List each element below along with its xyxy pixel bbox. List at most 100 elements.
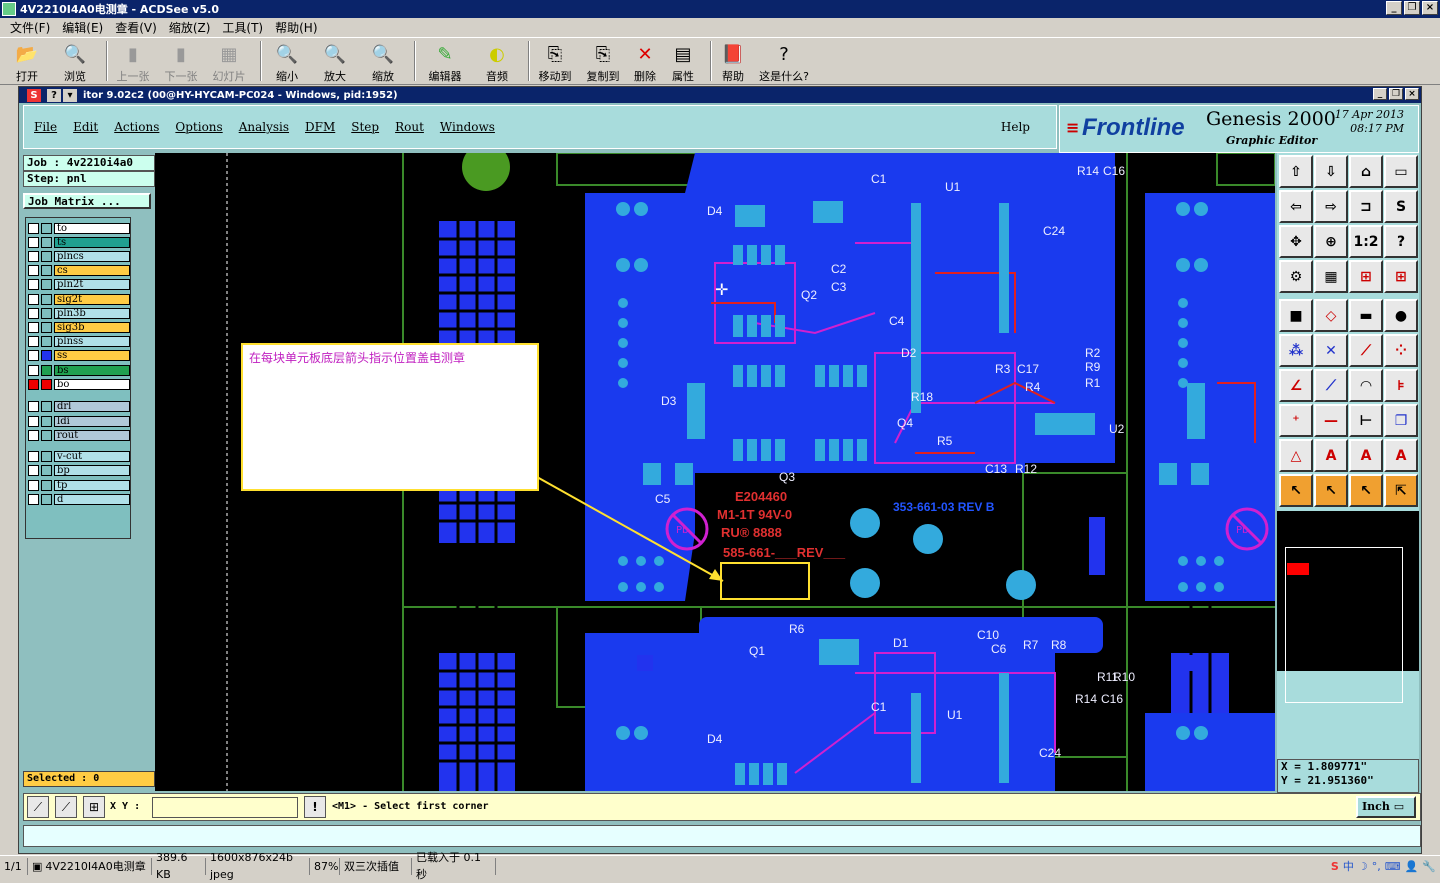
tool-tri-2[interactable]: A [1314,439,1348,472]
moon-icon[interactable]: ☽ [1358,858,1368,875]
layer-color-swatch[interactable] [41,336,52,348]
menu-file[interactable]: 文件(F) [4,19,56,36]
properties-button[interactable]: ▤ 属性 [666,38,700,84]
genesis-menu-step[interactable]: Step [351,120,379,134]
tool-settings[interactable]: ⚙ [1279,260,1313,293]
tool-layers-b[interactable]: ⊞ [1384,260,1418,293]
layer-color-swatch[interactable] [41,479,52,491]
tool-right[interactable]: ⇨ [1314,190,1348,223]
layer-row-pln2t[interactable]: pln2t [28,279,130,291]
tool-window[interactable]: ▭ [1384,155,1418,188]
close-button[interactable]: × [1422,1,1438,15]
tool-select-alt[interactable]: ↖ [1349,474,1383,507]
tool-node[interactable]: ⁘ [1384,334,1418,367]
editor-button[interactable]: ✎ 编辑器 [420,38,470,84]
tool-move[interactable]: ⁺ [1279,404,1313,437]
layer-checkbox[interactable] [28,250,39,262]
layer-color-swatch[interactable] [41,378,52,390]
layer-row-pln3b[interactable]: pln3b [28,307,130,319]
menu-edit[interactable]: 编辑(E) [56,19,109,36]
minimize-button[interactable]: _ [1386,1,1402,15]
tool-select-box[interactable]: ↖ [1314,474,1348,507]
tool-arc[interactable]: ◠ [1349,369,1383,402]
minimap[interactable] [1277,511,1419,703]
layer-color-swatch[interactable] [41,279,52,291]
layer-row-cs[interactable]: cs [28,265,130,277]
genesis-menu-windows[interactable]: Windows [440,120,495,134]
snap-tool-1[interactable]: ⟋ [27,796,49,818]
tool-cross[interactable]: ✕ [1314,334,1348,367]
layer-checkbox[interactable] [28,378,39,390]
genesis-menu-analysis[interactable]: Analysis [239,120,289,134]
menu-help[interactable]: 帮助(H) [269,19,323,36]
tool-connect[interactable]: ⁂ [1279,334,1313,367]
units-dropdown[interactable]: Inch ▭ [1356,796,1416,818]
layer-color-swatch[interactable] [41,364,52,376]
layer-row-ldi[interactable]: ldi [28,415,130,427]
pcb-canvas[interactable]: Pb Pb E204460 M1-1T 94V-0 RU® 8888 585-66… [155,153,1275,791]
zoom-button[interactable]: 🔍 缩放 [362,38,404,84]
layer-checkbox[interactable] [28,415,39,427]
whats-this-button[interactable]: ? 这是什么? [756,38,812,84]
layer-row-bs[interactable]: bs [28,364,130,376]
genesis-menu-edit[interactable]: Edit [73,120,98,134]
browse-button[interactable]: 🔍 浏览 [54,38,96,84]
tool-diagonal[interactable]: ⟋ [1314,369,1348,402]
tool-select-multi[interactable]: ⇱ [1384,474,1418,507]
tool-tri-1[interactable]: △ [1279,439,1313,472]
layer-checkbox[interactable] [28,451,39,463]
slideshow-button[interactable]: ▦ 幻灯片 [208,38,250,84]
tool-pad[interactable]: ■ [1279,299,1313,332]
tool-left[interactable]: ⇦ [1279,190,1313,223]
genesis-menu-options[interactable]: Options [175,120,222,134]
genesis-menu-actions[interactable]: Actions [114,120,159,134]
tool-select[interactable]: ↖ [1279,474,1313,507]
tool-zoom-fit[interactable]: ⇩ [1314,155,1348,188]
layer-row-to[interactable]: to [28,222,130,234]
layer-row-bp[interactable]: bp [28,465,130,477]
layer-color-swatch[interactable] [41,429,52,441]
tool-line-red[interactable]: ⟋ [1349,334,1383,367]
genesis-menu-rout[interactable]: Rout [395,120,424,134]
dropdown-icon[interactable]: ▾ [63,88,77,102]
layer-checkbox[interactable] [28,479,39,491]
prev-image-button[interactable]: ▮ 上一张 [112,38,154,84]
tool-zoom-home[interactable]: ⇧ [1279,155,1313,188]
help-button[interactable]: 📕 帮助 [716,38,750,84]
menu-tools[interactable]: 工具(T) [216,19,269,36]
genesis-menu-dfm[interactable]: DFM [305,120,335,134]
layer-color-swatch[interactable] [41,465,52,477]
layer-checkbox[interactable] [28,465,39,477]
punctuation-icon[interactable]: °, [1372,858,1381,875]
layer-row-d[interactable]: d [28,493,130,505]
zoom-out-button[interactable]: 🔍 缩小 [266,38,308,84]
layer-color-swatch[interactable] [41,293,52,305]
menu-zoom[interactable]: 缩放(Z) [163,19,217,36]
move-to-button[interactable]: ⎘ 移动到 [534,38,576,84]
layer-checkbox[interactable] [28,307,39,319]
tool-s-curve[interactable]: S [1384,190,1418,223]
layer-row-rout[interactable]: rout [28,429,130,441]
inner-close-button[interactable]: × [1405,88,1419,100]
job-matrix-button[interactable]: Job Matrix ... [23,193,151,209]
zoom-in-button[interactable]: 🔍 放大 [314,38,356,84]
layer-row-v-cut[interactable]: v-cut [28,451,130,463]
layer-row-ts[interactable]: ts [28,236,130,248]
tool-fillet[interactable]: ⊧ [1384,369,1418,402]
tool-zoom-area[interactable]: ⊐ [1349,190,1383,223]
wrench-icon[interactable]: 🔧 [1422,858,1436,875]
layer-checkbox[interactable] [28,336,39,348]
layer-checkbox[interactable] [28,321,39,333]
layer-color-swatch[interactable] [41,415,52,427]
genesis-menu-help[interactable]: Help [1001,120,1030,134]
layer-row-plncs[interactable]: plncs [28,250,130,262]
snap-tool-2[interactable]: ⟋ [55,796,77,818]
menu-view[interactable]: 查看(V) [109,19,163,36]
layer-color-swatch[interactable] [41,451,52,463]
layer-color-swatch[interactable] [41,236,52,248]
next-image-button[interactable]: ▮ 下一张 [160,38,202,84]
tool-hline[interactable]: — [1314,404,1348,437]
layer-color-swatch[interactable] [41,321,52,333]
xy-input[interactable] [152,797,298,818]
tool-center[interactable]: ⊕ [1314,225,1348,258]
